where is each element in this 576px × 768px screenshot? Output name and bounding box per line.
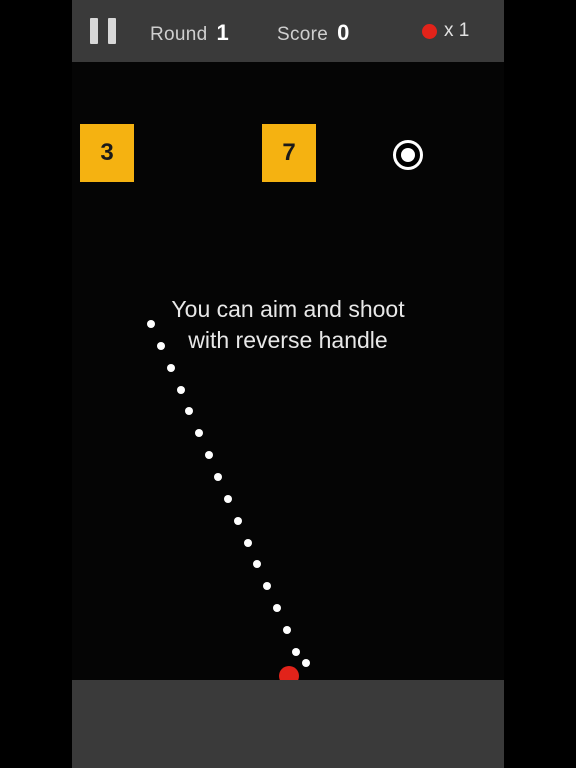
- lives-count: x 1: [444, 20, 470, 41]
- hud-bar: Round 1 Score 0 x 1: [72, 0, 504, 62]
- round-label: Round: [150, 24, 208, 45]
- number-block: 3: [80, 124, 134, 182]
- score-indicator: Score 0: [277, 20, 349, 46]
- pause-bar-left: [90, 18, 98, 44]
- hint-text: You can aim and shoot with reverse handl…: [72, 294, 504, 356]
- aim-trajectory-dot: [234, 517, 242, 525]
- aim-trajectory-dot: [157, 342, 165, 350]
- pause-icon[interactable]: [90, 18, 116, 44]
- aim-trajectory-dot: [147, 320, 155, 328]
- aim-trajectory-dot: [302, 659, 310, 667]
- red-ball-icon: [422, 23, 437, 39]
- score-label: Score: [277, 24, 329, 45]
- score-value: 0: [337, 20, 350, 45]
- lives-indicator: x 1: [422, 20, 469, 42]
- game-screen: Round 1 Score 0 x 1 You can aim and shoo…: [0, 0, 576, 768]
- aim-trajectory-dot: [283, 626, 291, 634]
- aim-trajectory-dot: [177, 386, 185, 394]
- aim-trajectory-dot: [185, 407, 193, 415]
- hint-line-1: You can aim and shoot: [171, 296, 405, 322]
- play-column: Round 1 Score 0 x 1 You can aim and shoo…: [72, 0, 504, 768]
- aim-trajectory-dot: [224, 495, 232, 503]
- pause-bar-right: [108, 18, 116, 44]
- aim-trajectory-dot: [253, 560, 261, 568]
- round-indicator: Round 1: [150, 20, 229, 46]
- extra-ball-pickup: [393, 140, 423, 170]
- aim-trajectory-dot: [263, 582, 271, 590]
- round-value: 1: [216, 20, 229, 45]
- play-field[interactable]: You can aim and shoot with reverse handl…: [72, 62, 504, 680]
- shooter-ball[interactable]: [279, 666, 299, 680]
- aim-trajectory-dot: [244, 539, 252, 547]
- aim-trajectory-dot: [167, 364, 175, 372]
- aim-trajectory-dot: [273, 604, 281, 612]
- aim-trajectory-dot: [205, 451, 213, 459]
- aim-trajectory-dot: [195, 429, 203, 437]
- number-block: 7: [262, 124, 316, 182]
- aim-trajectory-dot: [214, 473, 222, 481]
- hint-line-2: with reverse handle: [188, 327, 388, 353]
- bottom-bar: [72, 680, 504, 768]
- aim-trajectory-dot: [292, 648, 300, 656]
